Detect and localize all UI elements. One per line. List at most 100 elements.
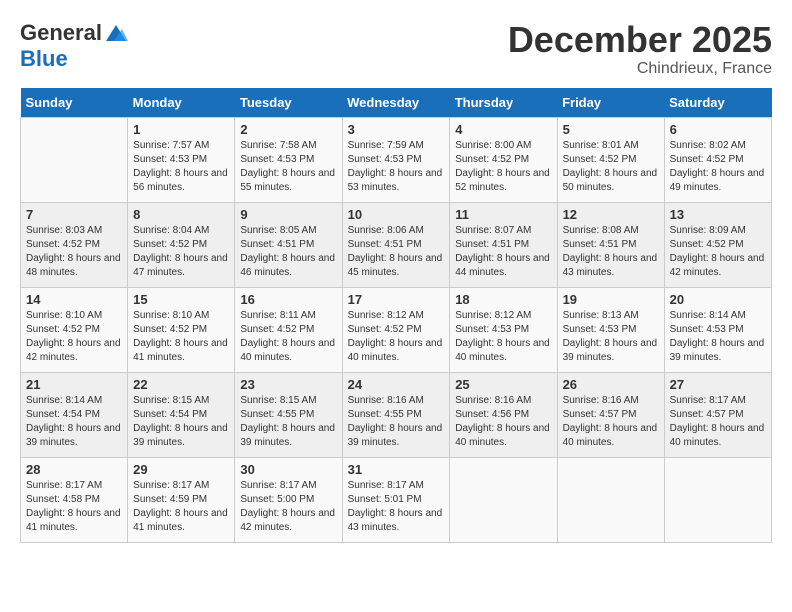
day-info: Sunrise: 8:17 AMSunset: 5:00 PMDaylight:… xyxy=(240,479,336,535)
calendar-cell xyxy=(664,457,771,542)
calendar-cell: 6 Sunrise: 8:02 AMSunset: 4:52 PMDayligh… xyxy=(664,117,771,202)
day-info: Sunrise: 8:17 AMSunset: 4:58 PMDaylight:… xyxy=(26,479,122,535)
day-info: Sunrise: 8:14 AMSunset: 4:53 PMDaylight:… xyxy=(670,309,766,365)
calendar-cell: 15 Sunrise: 8:10 AMSunset: 4:52 PMDaylig… xyxy=(128,287,235,372)
calendar-cell: 25 Sunrise: 8:16 AMSunset: 4:56 PMDaylig… xyxy=(450,372,557,457)
calendar-cell: 8 Sunrise: 8:04 AMSunset: 4:52 PMDayligh… xyxy=(128,202,235,287)
day-info: Sunrise: 8:03 AMSunset: 4:52 PMDaylight:… xyxy=(26,224,122,280)
day-number: 5 xyxy=(563,122,659,137)
calendar-cell xyxy=(450,457,557,542)
calendar-cell: 3 Sunrise: 7:59 AMSunset: 4:53 PMDayligh… xyxy=(342,117,450,202)
header-thursday: Thursday xyxy=(450,88,557,118)
day-info: Sunrise: 8:15 AMSunset: 4:55 PMDaylight:… xyxy=(240,394,336,450)
day-number: 31 xyxy=(348,462,445,477)
day-number: 13 xyxy=(670,207,766,222)
day-info: Sunrise: 8:09 AMSunset: 4:52 PMDaylight:… xyxy=(670,224,766,280)
day-number: 26 xyxy=(563,377,659,392)
day-number: 19 xyxy=(563,292,659,307)
day-number: 24 xyxy=(348,377,445,392)
calendar-cell: 26 Sunrise: 8:16 AMSunset: 4:57 PMDaylig… xyxy=(557,372,664,457)
calendar-cell: 22 Sunrise: 8:15 AMSunset: 4:54 PMDaylig… xyxy=(128,372,235,457)
day-number: 6 xyxy=(670,122,766,137)
calendar-cell: 7 Sunrise: 8:03 AMSunset: 4:52 PMDayligh… xyxy=(21,202,128,287)
day-info: Sunrise: 8:17 AMSunset: 4:59 PMDaylight:… xyxy=(133,479,229,535)
calendar-week-2: 14 Sunrise: 8:10 AMSunset: 4:52 PMDaylig… xyxy=(21,287,772,372)
day-info: Sunrise: 8:08 AMSunset: 4:51 PMDaylight:… xyxy=(563,224,659,280)
day-info: Sunrise: 8:15 AMSunset: 4:54 PMDaylight:… xyxy=(133,394,229,450)
day-number: 27 xyxy=(670,377,766,392)
calendar-cell: 2 Sunrise: 7:58 AMSunset: 4:53 PMDayligh… xyxy=(235,117,342,202)
calendar-cell: 19 Sunrise: 8:13 AMSunset: 4:53 PMDaylig… xyxy=(557,287,664,372)
calendar-cell xyxy=(21,117,128,202)
logo-general-text: General xyxy=(20,20,102,46)
day-info: Sunrise: 8:14 AMSunset: 4:54 PMDaylight:… xyxy=(26,394,122,450)
day-info: Sunrise: 7:57 AMSunset: 4:53 PMDaylight:… xyxy=(133,139,229,195)
day-number: 18 xyxy=(455,292,551,307)
calendar-cell: 20 Sunrise: 8:14 AMSunset: 4:53 PMDaylig… xyxy=(664,287,771,372)
day-number: 9 xyxy=(240,207,336,222)
day-info: Sunrise: 8:02 AMSunset: 4:52 PMDaylight:… xyxy=(670,139,766,195)
day-number: 10 xyxy=(348,207,445,222)
calendar-cell: 4 Sunrise: 8:00 AMSunset: 4:52 PMDayligh… xyxy=(450,117,557,202)
logo-blue-text: Blue xyxy=(20,46,68,72)
calendar-table: Sunday Monday Tuesday Wednesday Thursday… xyxy=(20,88,772,543)
day-info: Sunrise: 7:59 AMSunset: 4:53 PMDaylight:… xyxy=(348,139,445,195)
day-number: 23 xyxy=(240,377,336,392)
logo-icon xyxy=(104,21,128,45)
header-row: Sunday Monday Tuesday Wednesday Thursday… xyxy=(21,88,772,118)
calendar-cell xyxy=(557,457,664,542)
day-number: 3 xyxy=(348,122,445,137)
day-info: Sunrise: 8:05 AMSunset: 4:51 PMDaylight:… xyxy=(240,224,336,280)
calendar-cell: 9 Sunrise: 8:05 AMSunset: 4:51 PMDayligh… xyxy=(235,202,342,287)
day-number: 20 xyxy=(670,292,766,307)
day-info: Sunrise: 8:10 AMSunset: 4:52 PMDaylight:… xyxy=(133,309,229,365)
page-header: General Blue December 2025 Chindrieux, F… xyxy=(20,20,772,78)
day-info: Sunrise: 8:13 AMSunset: 4:53 PMDaylight:… xyxy=(563,309,659,365)
day-info: Sunrise: 8:16 AMSunset: 4:57 PMDaylight:… xyxy=(563,394,659,450)
header-friday: Friday xyxy=(557,88,664,118)
logo: General Blue xyxy=(20,20,128,72)
calendar-cell: 27 Sunrise: 8:17 AMSunset: 4:57 PMDaylig… xyxy=(664,372,771,457)
day-number: 29 xyxy=(133,462,229,477)
calendar-week-0: 1 Sunrise: 7:57 AMSunset: 4:53 PMDayligh… xyxy=(21,117,772,202)
calendar-week-3: 21 Sunrise: 8:14 AMSunset: 4:54 PMDaylig… xyxy=(21,372,772,457)
calendar-cell: 11 Sunrise: 8:07 AMSunset: 4:51 PMDaylig… xyxy=(450,202,557,287)
day-info: Sunrise: 8:00 AMSunset: 4:52 PMDaylight:… xyxy=(455,139,551,195)
day-number: 30 xyxy=(240,462,336,477)
day-info: Sunrise: 8:11 AMSunset: 4:52 PMDaylight:… xyxy=(240,309,336,365)
day-info: Sunrise: 8:06 AMSunset: 4:51 PMDaylight:… xyxy=(348,224,445,280)
calendar-cell: 30 Sunrise: 8:17 AMSunset: 5:00 PMDaylig… xyxy=(235,457,342,542)
calendar-cell: 29 Sunrise: 8:17 AMSunset: 4:59 PMDaylig… xyxy=(128,457,235,542)
calendar-cell: 14 Sunrise: 8:10 AMSunset: 4:52 PMDaylig… xyxy=(21,287,128,372)
header-wednesday: Wednesday xyxy=(342,88,450,118)
day-number: 17 xyxy=(348,292,445,307)
day-number: 12 xyxy=(563,207,659,222)
day-info: Sunrise: 7:58 AMSunset: 4:53 PMDaylight:… xyxy=(240,139,336,195)
day-info: Sunrise: 8:12 AMSunset: 4:53 PMDaylight:… xyxy=(455,309,551,365)
calendar-cell: 16 Sunrise: 8:11 AMSunset: 4:52 PMDaylig… xyxy=(235,287,342,372)
day-info: Sunrise: 8:17 AMSunset: 5:01 PMDaylight:… xyxy=(348,479,445,535)
day-info: Sunrise: 8:16 AMSunset: 4:56 PMDaylight:… xyxy=(455,394,551,450)
day-number: 16 xyxy=(240,292,336,307)
day-number: 2 xyxy=(240,122,336,137)
calendar-week-4: 28 Sunrise: 8:17 AMSunset: 4:58 PMDaylig… xyxy=(21,457,772,542)
title-section: December 2025 Chindrieux, France xyxy=(508,20,772,78)
day-info: Sunrise: 8:07 AMSunset: 4:51 PMDaylight:… xyxy=(455,224,551,280)
day-info: Sunrise: 8:01 AMSunset: 4:52 PMDaylight:… xyxy=(563,139,659,195)
header-sunday: Sunday xyxy=(21,88,128,118)
day-info: Sunrise: 8:17 AMSunset: 4:57 PMDaylight:… xyxy=(670,394,766,450)
month-title: December 2025 xyxy=(508,20,772,60)
day-number: 14 xyxy=(26,292,122,307)
header-monday: Monday xyxy=(128,88,235,118)
calendar-cell: 12 Sunrise: 8:08 AMSunset: 4:51 PMDaylig… xyxy=(557,202,664,287)
calendar-cell: 13 Sunrise: 8:09 AMSunset: 4:52 PMDaylig… xyxy=(664,202,771,287)
calendar-cell: 17 Sunrise: 8:12 AMSunset: 4:52 PMDaylig… xyxy=(342,287,450,372)
calendar-cell: 28 Sunrise: 8:17 AMSunset: 4:58 PMDaylig… xyxy=(21,457,128,542)
calendar-cell: 23 Sunrise: 8:15 AMSunset: 4:55 PMDaylig… xyxy=(235,372,342,457)
location: Chindrieux, France xyxy=(508,60,772,78)
day-info: Sunrise: 8:10 AMSunset: 4:52 PMDaylight:… xyxy=(26,309,122,365)
day-number: 7 xyxy=(26,207,122,222)
calendar-week-1: 7 Sunrise: 8:03 AMSunset: 4:52 PMDayligh… xyxy=(21,202,772,287)
day-info: Sunrise: 8:16 AMSunset: 4:55 PMDaylight:… xyxy=(348,394,445,450)
day-number: 4 xyxy=(455,122,551,137)
